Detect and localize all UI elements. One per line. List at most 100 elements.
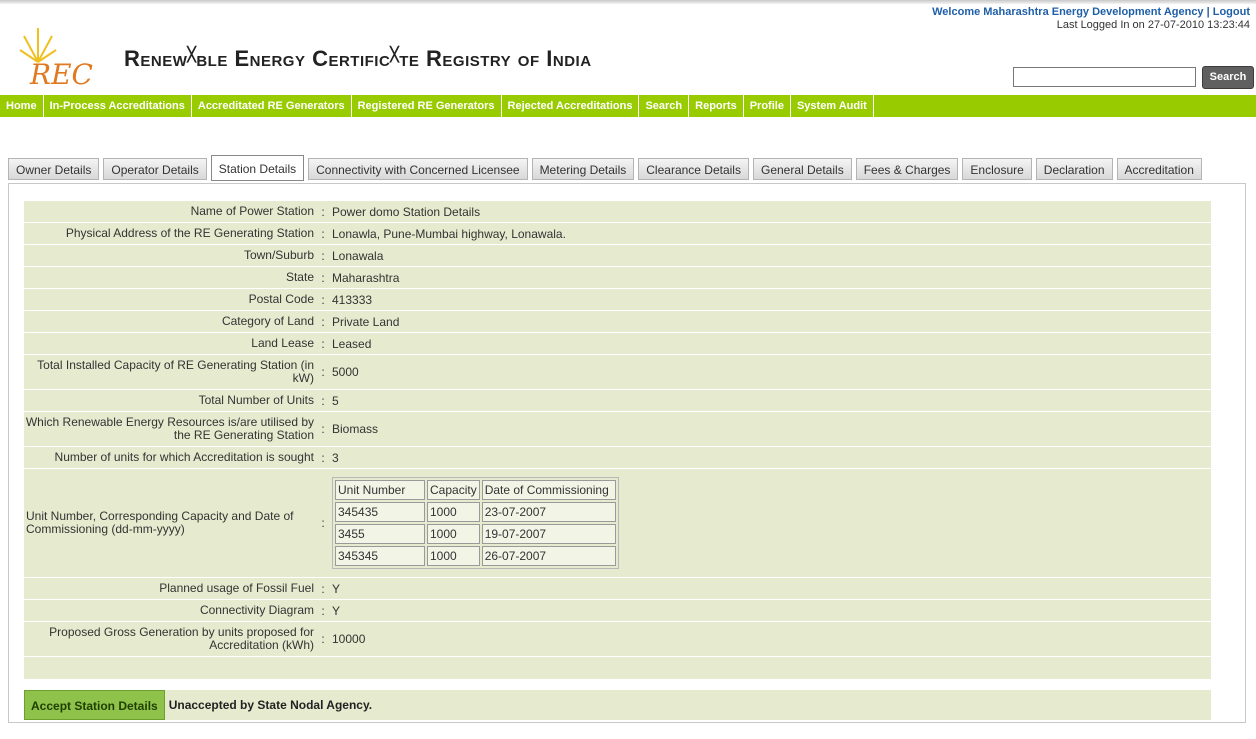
search-input[interactable]: [1013, 67, 1196, 87]
detail-value: Maharashtra: [332, 270, 400, 285]
detail-colon: :: [321, 270, 325, 285]
detail-colon: :: [321, 292, 325, 307]
detail-colon: :: [321, 603, 325, 618]
accept-station-details-button[interactable]: Accept Station Details: [24, 690, 165, 720]
detail-value: Lonawala: [332, 248, 384, 263]
detail-row-unit-table: Unit Number, Corresponding Capacity and …: [24, 469, 1211, 578]
detail-label: State: [285, 270, 314, 284]
detail-colon: :: [321, 226, 325, 241]
last-login-text: Last Logged In on 27-07-2010 13:23:44: [1056, 19, 1250, 31]
turbine-icon: ╳: [390, 46, 400, 62]
nav-home[interactable]: Home: [0, 95, 44, 117]
tab-clearance-details[interactable]: Clearance Details: [638, 158, 749, 180]
table-row: 3455 1000 19-07-2007: [335, 524, 616, 544]
detail-row-land-lease: Land Lease : Leased: [24, 333, 1211, 355]
tab-general-details[interactable]: General Details: [752, 158, 852, 180]
tab-owner-details[interactable]: Owner Details: [8, 158, 100, 180]
nav-in-process-accreditations[interactable]: In-Process Accreditations: [44, 95, 192, 117]
unit-number-cell: 345345: [335, 546, 425, 566]
detail-value: Power domo Station Details: [332, 204, 481, 219]
detail-label: Land Lease: [251, 336, 314, 350]
tab-metering-details[interactable]: Metering Details: [531, 158, 635, 180]
detail-label: Category of Land: [221, 314, 314, 328]
search-button[interactable]: Search: [1202, 66, 1254, 89]
detail-row-land-category: Category of Land : Private Land: [24, 311, 1211, 333]
tab-enclosure[interactable]: Enclosure: [962, 158, 1032, 180]
tab-declaration[interactable]: Declaration: [1035, 158, 1113, 180]
top-strip: [0, 0, 1256, 4]
detail-row-name: Name of Power Station : Power domo Stati…: [24, 201, 1211, 223]
detail-colon: :: [321, 336, 325, 351]
detail-row-postal: Postal Code : 413333: [24, 289, 1211, 311]
detail-tabs: Owner Details Operator Details Station D…: [8, 155, 1206, 181]
detail-row-accreditation-units: Number of units for which Accreditation …: [24, 447, 1211, 469]
welcome-panel: Welcome Maharashtra Energy Development A…: [932, 6, 1250, 32]
detail-value: Lonawla, Pune-Mumbai highway, Lonawala.: [332, 226, 566, 241]
detail-label: Total Number of Units: [198, 393, 314, 407]
tab-station-details[interactable]: Station Details: [210, 155, 305, 181]
detail-label: Planned usage of Fossil Fuel: [159, 581, 314, 595]
detail-label: Physical Address of the RE Generating St…: [65, 226, 314, 240]
detail-row-fossil-fuel: Planned usage of Fossil Fuel : Y: [24, 578, 1211, 600]
detail-colon: :: [321, 365, 325, 379]
nav-rejected-accreditations[interactable]: Rejected Accreditations: [502, 95, 640, 117]
commissioning-date-cell: 23-07-2007: [481, 502, 616, 522]
unit-number-cell: 3455: [335, 524, 425, 544]
detail-value: Y: [332, 603, 341, 618]
detail-label: Connectivity Diagram: [199, 603, 314, 617]
acceptance-status: Unaccepted by State Nodal Agency.: [168, 698, 373, 712]
unit-table-cell: Unit Number Capacity Date of Commissioni…: [328, 477, 1211, 569]
detail-label: Town/Suburb: [243, 248, 314, 262]
detail-label: Unit Number, Corresponding Capacity and …: [26, 509, 294, 536]
commissioning-date-cell: 19-07-2007: [481, 524, 616, 544]
detail-row-total-units: Total Number of Units : 5: [24, 390, 1211, 412]
detail-row-capacity: Total Installed Capacity of RE Generatin…: [24, 355, 1211, 390]
detail-value: 3: [332, 450, 339, 465]
capacity-cell: 1000: [427, 502, 480, 522]
detail-value: 5: [332, 393, 339, 408]
detail-value: Leased: [332, 336, 372, 351]
turbine-icon: ╳: [187, 46, 197, 62]
table-header: Unit Number: [335, 480, 425, 500]
nav-search[interactable]: Search: [639, 95, 690, 117]
site-title: Renew╳ble Energy Certific╳te Registry of…: [124, 46, 592, 71]
detail-label: Total Installed Capacity of RE Generatin…: [37, 358, 314, 385]
tab-accreditation[interactable]: Accreditation: [1116, 158, 1202, 180]
detail-colon: :: [321, 516, 325, 530]
detail-value: Private Land: [332, 314, 400, 329]
commissioning-date-cell: 26-07-2007: [481, 546, 616, 566]
table-row: 345435 1000 23-07-2007: [335, 502, 616, 522]
detail-colon: :: [321, 393, 325, 408]
nav-profile[interactable]: Profile: [744, 95, 791, 117]
detail-row-state: State : Maharashtra: [24, 267, 1211, 289]
nav-system-audit[interactable]: System Audit: [791, 95, 874, 117]
detail-colon: :: [321, 632, 325, 646]
detail-row-connectivity-diagram: Connectivity Diagram : Y: [24, 600, 1211, 622]
detail-row-spacer: [24, 657, 1211, 680]
table-header-row: Unit Number Capacity Date of Commissioni…: [335, 480, 616, 500]
detail-row-resources: Which Renewable Energy Resources is/are …: [24, 412, 1211, 447]
tab-fees-charges[interactable]: Fees & Charges: [855, 158, 959, 180]
main-nav: Home In-Process Accreditations Accredita…: [0, 95, 1256, 117]
detail-label: Postal Code: [248, 292, 314, 306]
detail-value: 5000: [332, 365, 359, 379]
nav-registered-re-generators[interactable]: Registered RE Generators: [352, 95, 502, 117]
detail-colon: :: [321, 450, 325, 465]
detail-colon: :: [321, 422, 325, 436]
detail-label: Proposed Gross Generation by units propo…: [49, 625, 314, 652]
welcome-text[interactable]: Welcome Maharashtra Energy Development A…: [932, 6, 1250, 19]
detail-colon: :: [321, 314, 325, 329]
tab-operator-details[interactable]: Operator Details: [103, 158, 207, 180]
detail-colon: :: [321, 581, 325, 596]
units-table: Unit Number Capacity Date of Commissioni…: [332, 477, 619, 569]
tab-connectivity[interactable]: Connectivity with Concerned Licensee: [308, 158, 528, 180]
table-header: Date of Commissioning: [481, 480, 616, 500]
detail-value: Y: [332, 581, 341, 596]
nav-accreditated-re-generators[interactable]: Accreditated RE Generators: [192, 95, 352, 117]
detail-label: Which Renewable Energy Resources is/are …: [25, 415, 314, 442]
logo-text: REC: [29, 58, 93, 91]
table-row: 345345 1000 26-07-2007: [335, 546, 616, 566]
detail-label: Name of Power Station: [190, 204, 314, 218]
nav-reports[interactable]: Reports: [689, 95, 744, 117]
capacity-cell: 1000: [427, 524, 480, 544]
